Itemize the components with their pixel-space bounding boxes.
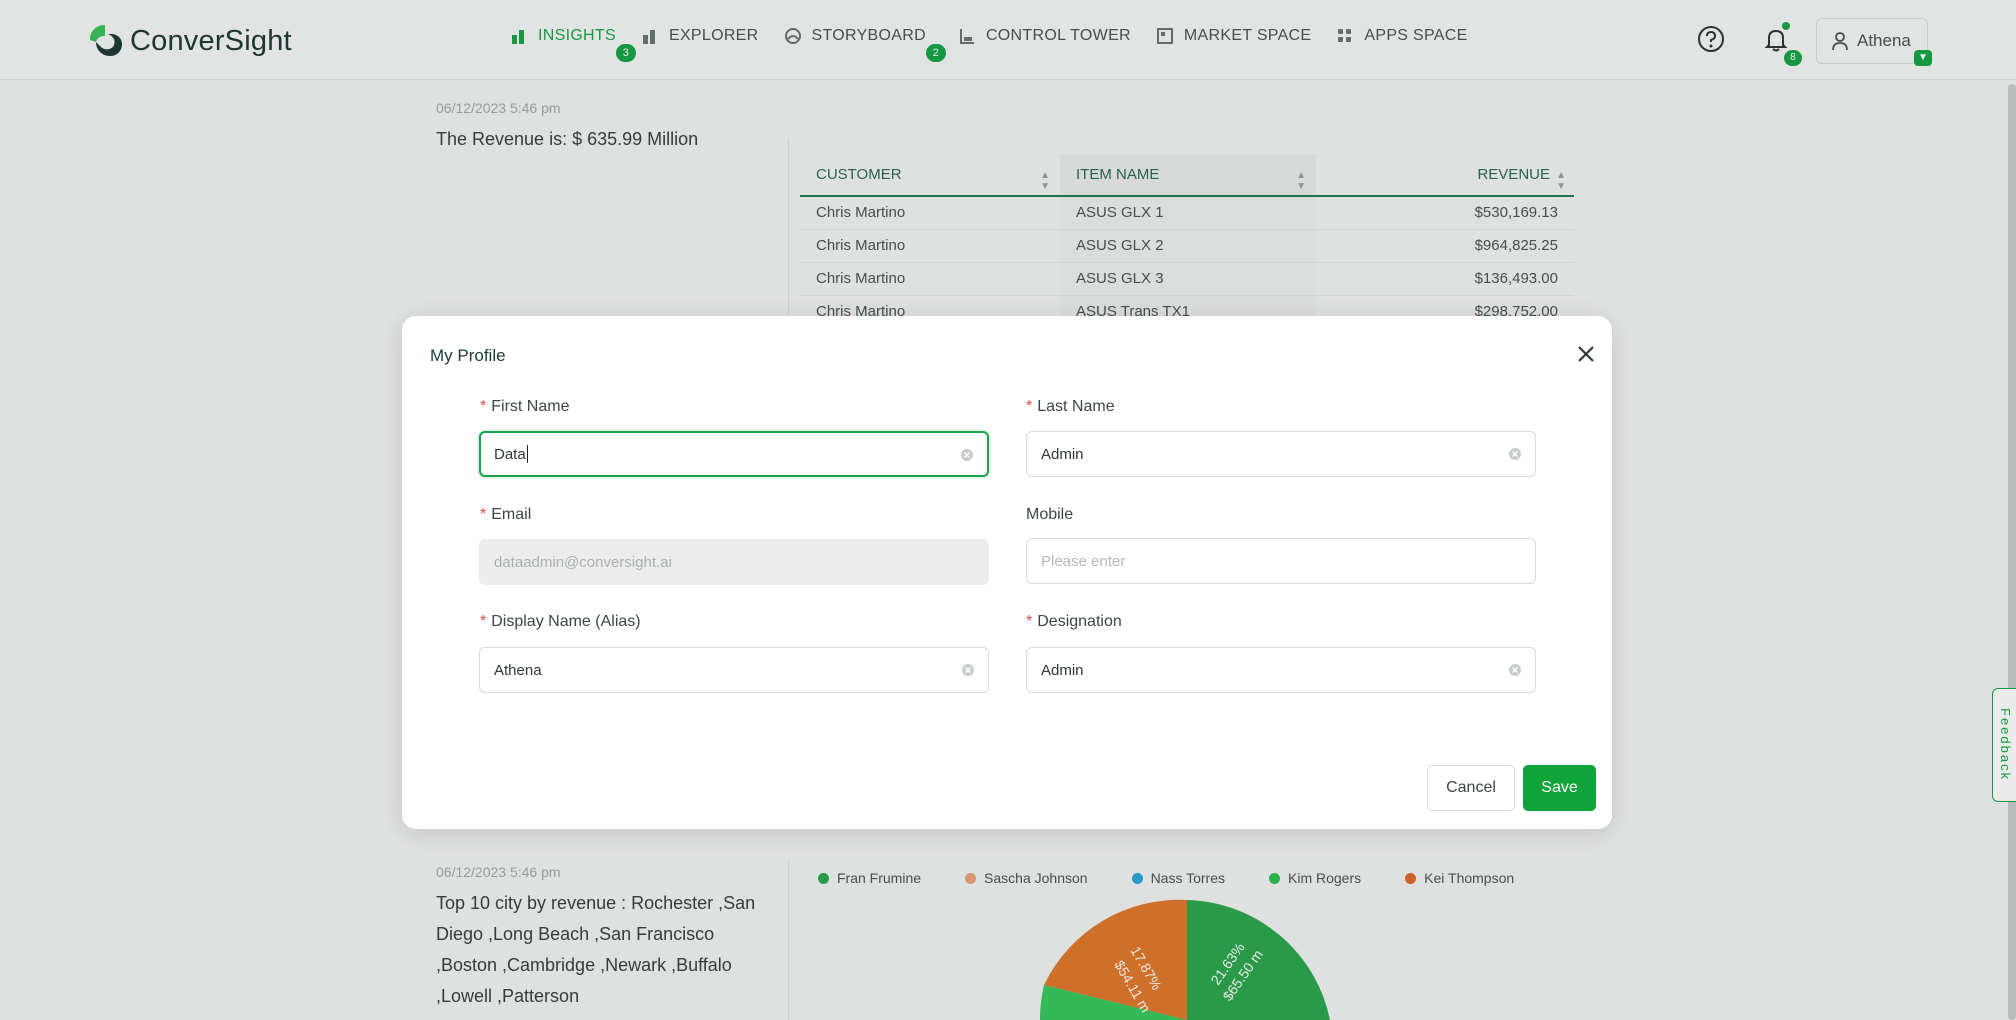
close-icon[interactable]: [1572, 340, 1600, 368]
save-button[interactable]: Save: [1523, 765, 1596, 811]
first-name-input[interactable]: Data: [479, 431, 989, 477]
designation-input[interactable]: Admin: [1026, 647, 1536, 693]
dialog-title: My Profile: [430, 346, 506, 365]
email-value: dataadmin@conversight.ai: [494, 553, 672, 571]
designation-label: * Designation: [1026, 613, 1122, 630]
required-marker: *: [480, 398, 487, 415]
required-marker: *: [480, 613, 487, 630]
email-field: dataadmin@conversight.ai: [479, 539, 989, 585]
last-name-input[interactable]: Admin: [1026, 431, 1536, 477]
clear-icon[interactable]: [959, 447, 975, 463]
cancel-button[interactable]: Cancel: [1427, 765, 1515, 811]
designation-value: Admin: [1041, 661, 1084, 679]
clear-icon[interactable]: [1507, 446, 1523, 462]
email-label: * Email: [480, 506, 532, 523]
clear-icon[interactable]: [1507, 662, 1523, 678]
last-name-label: * Last Name: [1026, 398, 1115, 415]
mobile-input[interactable]: Please enter: [1026, 538, 1536, 584]
display-name-label: * Display Name (Alias): [480, 613, 641, 630]
my-profile-dialog: My Profile * First Name Data * Last Name A…: [402, 316, 1612, 829]
first-name-label: * First Name: [480, 398, 570, 415]
text-cursor: [526, 445, 528, 463]
mobile-placeholder: Please enter: [1041, 552, 1126, 570]
last-name-value: Admin: [1041, 445, 1084, 463]
clear-icon[interactable]: [960, 662, 976, 678]
required-marker: *: [480, 506, 487, 523]
mobile-label: Mobile: [1026, 506, 1074, 523]
display-name-input[interactable]: Athena: [479, 647, 989, 693]
first-name-value: Data: [494, 445, 526, 463]
required-marker: *: [1026, 398, 1033, 415]
required-marker: *: [1026, 613, 1033, 630]
display-name-value: Athena: [494, 661, 542, 679]
